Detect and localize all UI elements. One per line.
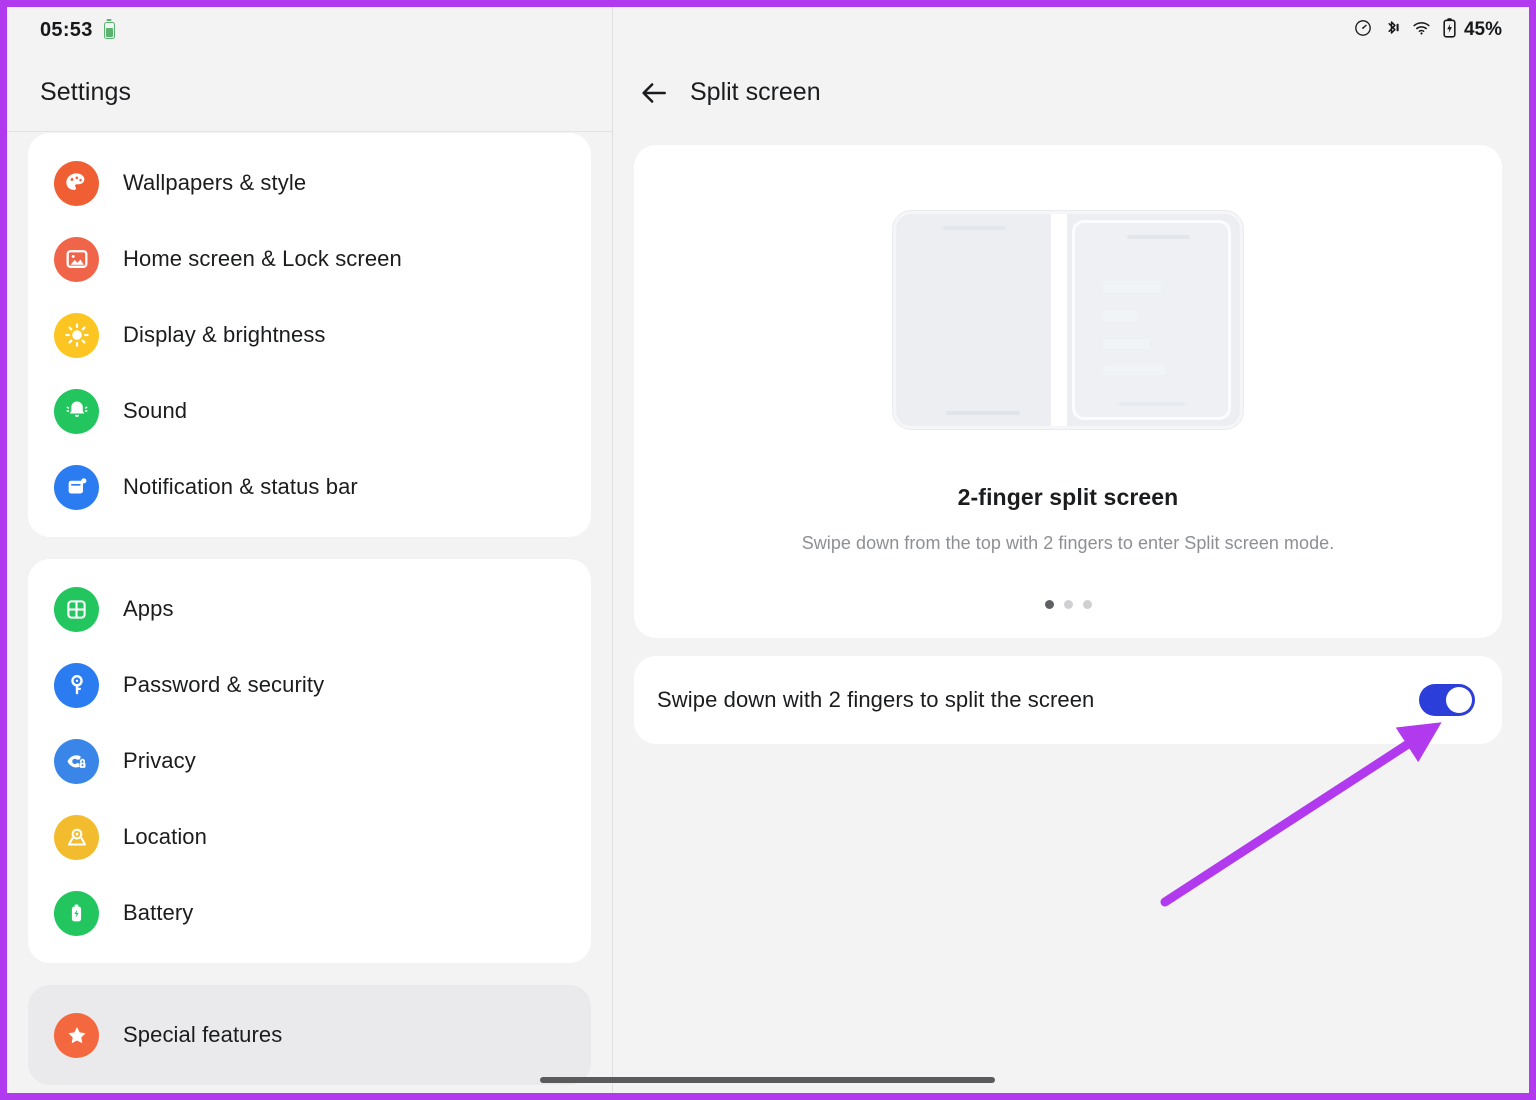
sidebar-item-label: Location <box>123 824 207 849</box>
carousel-dot-1[interactable] <box>1044 600 1054 609</box>
illustration-bar-right <box>1119 402 1185 406</box>
carousel-dot-2[interactable] <box>1063 600 1073 609</box>
illustration-ghost-line <box>1103 311 1137 321</box>
sidebar-item-apps[interactable]: Apps <box>28 571 591 647</box>
sidebar-item-label: Battery <box>123 900 194 925</box>
detail-pane: 45% Split screen 2-finger split screen S… <box>613 7 1529 1093</box>
sidebar-item-home-and-lock-screen[interactable]: Home screen & Lock screen <box>28 221 591 297</box>
sidebar-item-password-and-security[interactable]: Password & security <box>28 647 591 723</box>
illustration-subtext: Swipe down from the top with 2 fingers t… <box>801 533 1335 553</box>
gesture-navigation-bar[interactable] <box>540 1077 995 1083</box>
carousel-dot-3[interactable] <box>1082 600 1092 609</box>
sidebar-item-display-and-brightness[interactable]: Display & brightness <box>28 297 591 373</box>
sidebar-item-label: Apps <box>123 596 174 621</box>
status-bar-right: 45% <box>613 7 1529 53</box>
annotated-screenshot-frame: 05:53 Settings Wallpapers & style Home s… <box>0 0 1536 1100</box>
illustration-notch-right <box>1127 235 1190 239</box>
grid-icon <box>54 586 99 632</box>
star-icon <box>54 1012 99 1058</box>
illustration-divider <box>1051 214 1067 426</box>
sidebar-item-label: Special features <box>123 1022 283 1047</box>
sidebar-item-label: Wallpapers & style <box>123 170 307 195</box>
status-clock: 05:53 <box>40 18 93 41</box>
sidebar-item-battery[interactable]: Battery <box>28 875 591 951</box>
battery-icon <box>54 890 99 936</box>
split-screen-toggle[interactable] <box>1419 684 1475 716</box>
detail-header: Split screen <box>613 53 1529 132</box>
illustration-notch-left <box>943 226 1006 230</box>
sidebar-group-2: Apps Password & security Privacy Locatio… <box>28 559 591 963</box>
sidebar-item-label: Privacy <box>123 748 196 773</box>
sidebar-item-label: Display & brightness <box>123 322 326 347</box>
back-arrow-icon[interactable] <box>638 77 670 109</box>
sidebar-item-label: Notification & status bar <box>123 474 358 499</box>
sidebar-group-3: Special features <box>28 985 591 1085</box>
sidebar-item-wallpapers-and-style[interactable]: Wallpapers & style <box>28 145 591 221</box>
location-icon <box>54 814 99 860</box>
image-icon <box>54 236 99 282</box>
palette-icon <box>54 160 99 206</box>
sidebar-item-location[interactable]: Location <box>28 799 591 875</box>
eye-lock-icon <box>54 738 99 784</box>
tablet-screen: 05:53 Settings Wallpapers & style Home s… <box>7 7 1529 1093</box>
sidebar-item-label: Home screen & Lock screen <box>123 246 402 271</box>
wifi-icon <box>1410 18 1433 43</box>
carousel-pagination[interactable] <box>1044 600 1092 609</box>
bell-icon <box>54 388 99 434</box>
settings-header: Settings <box>7 53 612 132</box>
sidebar-group-1: Wallpapers & style Home screen & Lock sc… <box>28 133 591 537</box>
toggle-label: Swipe down with 2 fingers to split the s… <box>657 687 1095 712</box>
battery-charging-icon <box>1442 17 1457 44</box>
illustration-bar-left <box>946 411 1020 415</box>
key-icon <box>54 662 99 708</box>
sun-icon <box>54 312 99 358</box>
illustration-ghost-line <box>1103 281 1161 293</box>
status-bar-left: 05:53 <box>7 7 612 53</box>
sidebar-item-label: Password & security <box>123 672 325 697</box>
toggle-knob <box>1446 687 1472 713</box>
sidebar-scroll-area[interactable]: Wallpapers & style Home screen & Lock sc… <box>7 133 612 1093</box>
battery-percent-label: 45% <box>1463 19 1502 40</box>
sidebar-item-notification-and-status-bar[interactable]: Notification & status bar <box>28 449 591 525</box>
illustration-headline: 2-finger split screen <box>957 484 1179 510</box>
split-screen-illustration <box>893 211 1243 429</box>
illustration-ghost-line <box>1103 339 1149 349</box>
split-screen-illustration-card: 2-finger split screen Swipe down from th… <box>634 145 1502 638</box>
illustration-right-pane <box>1072 220 1231 420</box>
illustration-ghost-line <box>1103 365 1165 375</box>
notification-icon <box>54 464 99 510</box>
bluetooth-icon <box>1382 17 1401 43</box>
split-screen-toggle-row[interactable]: Swipe down with 2 fingers to split the s… <box>634 656 1502 744</box>
page-title: Settings <box>40 77 132 106</box>
detail-title: Split screen <box>690 78 821 106</box>
sidebar-item-privacy[interactable]: Privacy <box>28 723 591 799</box>
battery-charging-icon <box>103 21 115 39</box>
sidebar-item-label: Sound <box>123 398 188 423</box>
data-saver-icon <box>1353 18 1373 43</box>
sidebar-item-sound[interactable]: Sound <box>28 373 591 449</box>
settings-sidebar-pane: 05:53 Settings Wallpapers & style Home s… <box>7 7 613 1093</box>
sidebar-item-special-features[interactable]: Special features <box>28 997 591 1073</box>
